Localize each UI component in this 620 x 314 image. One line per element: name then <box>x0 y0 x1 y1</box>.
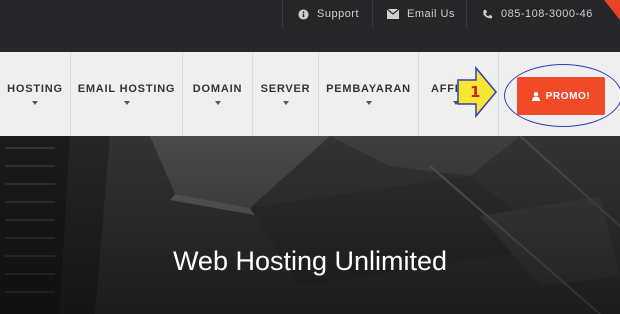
email-us-link[interactable]: Email Us <box>372 0 466 28</box>
nav-item-label: EMAIL HOSTING <box>77 83 176 95</box>
envelope-icon <box>387 8 399 20</box>
corner-accent <box>604 0 620 20</box>
nav-item-label: PEMBAYARAN <box>326 83 411 95</box>
caret-down-icon <box>123 101 130 105</box>
nav-item-hosting[interactable]: HOSTING <box>0 52 71 136</box>
caret-down-icon <box>282 101 289 105</box>
caret-down-icon <box>214 101 221 105</box>
nav-item-domain[interactable]: DOMAIN <box>183 52 253 136</box>
caret-down-icon <box>365 101 372 105</box>
info-circle-icon <box>297 8 309 20</box>
phone-icon <box>481 8 493 20</box>
nav-item-server[interactable]: SERVER <box>253 52 319 136</box>
top-bar: Support Email Us 085-108-3000-46 <box>0 0 620 52</box>
caret-down-icon <box>32 101 38 105</box>
nav-item-label: HOSTING <box>7 83 63 95</box>
nav-item-label: SERVER <box>260 83 311 95</box>
hero-title: Web Hosting Unlimited <box>172 246 448 276</box>
user-icon <box>531 91 540 101</box>
hero-background-image <box>0 136 620 314</box>
promo-label: PROMO! <box>545 90 591 102</box>
nav-item-pembayaran[interactable]: PEMBAYARAN <box>319 52 419 136</box>
email-us-label: Email Us <box>407 8 456 20</box>
support-link[interactable]: Support <box>282 0 372 28</box>
nav-item-label: DOMAIN <box>192 83 243 95</box>
phone-label: 085-108-3000-46 <box>501 8 593 20</box>
nav-item-email-hosting[interactable]: EMAIL HOSTING <box>71 52 183 136</box>
nav-item-label: AFFI <box>431 83 459 95</box>
annotation-step-number: 1 <box>470 83 481 101</box>
phone-link[interactable]: 085-108-3000-46 <box>466 0 620 28</box>
hero-banner: Web Hosting Unlimited <box>0 136 620 314</box>
promo-button[interactable]: PROMO! <box>517 77 605 115</box>
support-label: Support <box>317 8 360 20</box>
